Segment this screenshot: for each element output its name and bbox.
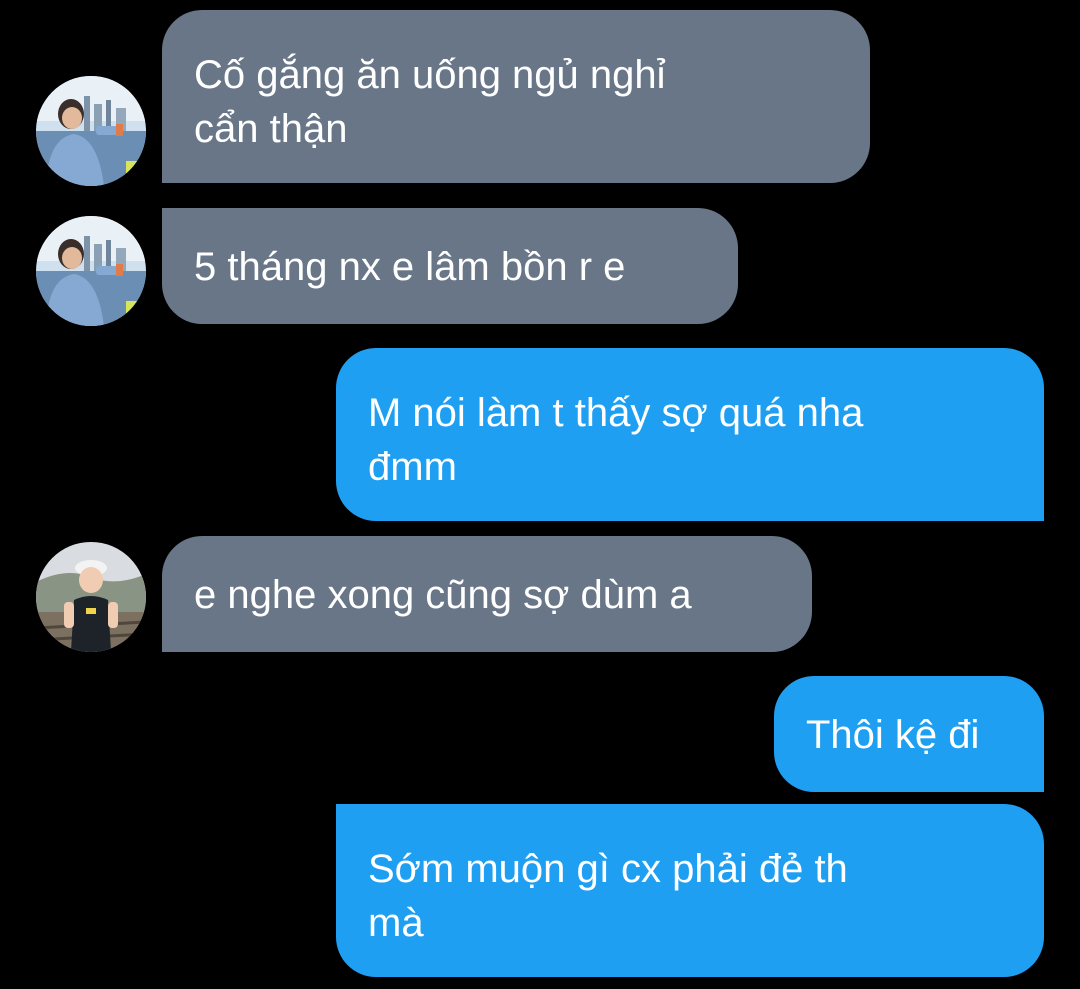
message-bubble-incoming-3[interactable]: e nghe xong cũng sợ dùm a bbox=[162, 536, 812, 652]
message-bubble-outgoing-2[interactable]: Thôi kệ đi bbox=[774, 676, 1044, 792]
avatar-child[interactable] bbox=[36, 542, 146, 652]
message-bubble-incoming-2[interactable]: 5 tháng nx e lâm bồn r e bbox=[162, 208, 738, 324]
message-bubble-outgoing-1[interactable]: M nói làm t thấy sợ quá nha đmm bbox=[336, 348, 1044, 521]
avatar-man[interactable] bbox=[36, 216, 146, 326]
avatar-man-photo-icon bbox=[36, 76, 146, 186]
avatar-child-photo-icon bbox=[36, 542, 146, 652]
message-bubble-outgoing-3[interactable]: Sớm muộn gì cx phải đẻ th mà bbox=[336, 804, 1044, 977]
avatar-man[interactable] bbox=[36, 76, 146, 186]
message-bubble-incoming-1[interactable]: Cố gắng ăn uống ngủ nghỉ cẩn thận bbox=[162, 10, 870, 183]
avatar-man-photo-icon bbox=[36, 216, 146, 326]
